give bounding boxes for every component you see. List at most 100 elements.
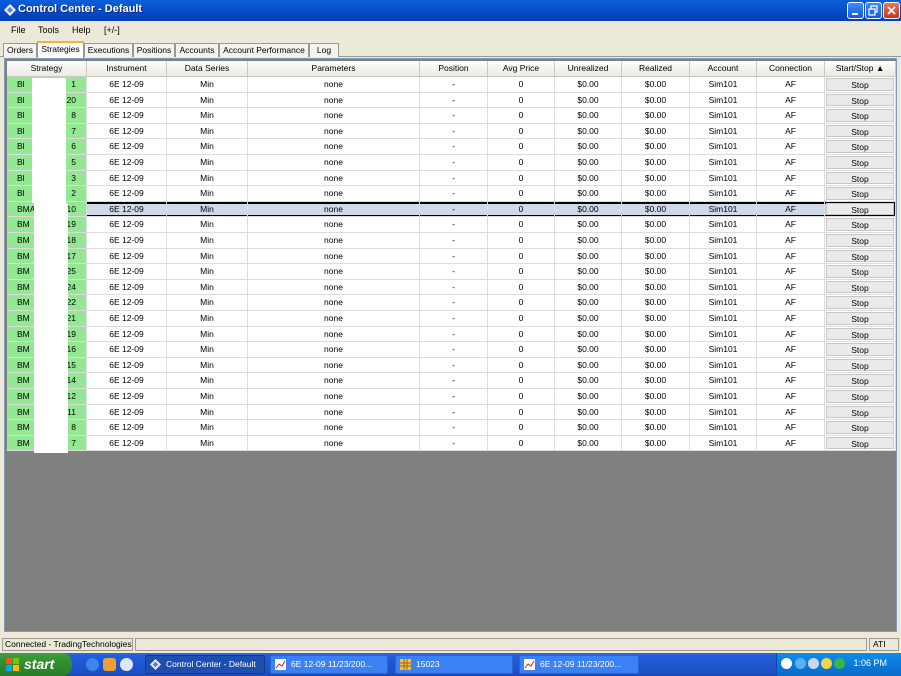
cell-connection: AF [757, 295, 825, 311]
volume-icon[interactable] [808, 658, 819, 669]
table-row[interactable]: Bl 1 6E 12-09 Min none -0 $0.00 $0.00 Sim101 AF St… [7, 77, 896, 93]
table-row[interactable]: BM 17 6E 12-09 Min none -0 $0.00 $0.00 Sim101 AF S… [7, 248, 896, 265]
security-icon[interactable] [821, 658, 832, 669]
column-header-connection[interactable]: Connection [757, 61, 825, 77]
table-row[interactable]: BM 14 6E 12-09 Min none -0 $0.00 $0.00 Sim101 AF S… [7, 373, 896, 389]
taskbar-button-chart-2[interactable]: 6E 12-09 11/23/200... [519, 655, 639, 674]
cell-avg-price: 0 [488, 155, 555, 171]
table-row[interactable]: BM 18 6E 12-09 Min none -0 $0.00 $0.00 Sim101 AF S… [7, 233, 896, 249]
menu-file[interactable]: File [11, 25, 26, 35]
table-row[interactable]: BM 24 6E 12-09 Min none -0 $0.00 $0.00 Sim101 AF S… [7, 279, 896, 296]
stop-button[interactable]: Stop [826, 390, 894, 403]
stop-button[interactable]: Stop [826, 156, 894, 169]
back-arrow-icon[interactable] [781, 658, 792, 669]
stop-button[interactable]: Stop [826, 140, 894, 153]
column-header-realized[interactable]: Realized [622, 61, 690, 77]
column-header-avg-price[interactable]: Avg Price [488, 61, 555, 77]
table-row[interactable]: Bl 2 6E 12-09 Min none -0 $0.00 $0.00 Sim101 AF St… [7, 186, 896, 202]
table-row[interactable]: BM 8 6E 12-09 Min none -0 $0.00 $0.00 Sim101 AF St… [7, 420, 896, 436]
column-header-account[interactable]: Account [690, 61, 757, 77]
cell-parameters: none [248, 357, 420, 374]
network-icon[interactable] [795, 658, 806, 669]
table-row[interactable]: Bl 3 6E 12-09 Min none -0 $0.00 $0.00 Sim101 AF St… [7, 170, 896, 187]
menu-tools[interactable]: Tools [38, 25, 59, 35]
menu-expand-toggle[interactable]: [+/-] [104, 25, 120, 35]
close-button[interactable] [883, 2, 900, 19]
stop-button[interactable]: Stop [826, 436, 894, 450]
stop-button[interactable]: Stop [826, 78, 894, 91]
taskbar-button-control-center[interactable]: Control Center - Default [145, 655, 265, 674]
tab-accounts[interactable]: Accounts [175, 43, 219, 57]
start-button[interactable]: start [0, 653, 72, 676]
stop-button[interactable]: Stop [826, 265, 894, 278]
tab-positions[interactable]: Positions [133, 43, 175, 57]
show-desktop-icon[interactable] [120, 658, 133, 671]
table-row[interactable]: BM 25 6E 12-09 Min none -0 $0.00 $0.00 Sim101 AF S… [7, 264, 896, 280]
tab-account-performance[interactable]: Account Performance [219, 43, 309, 57]
stop-button[interactable]: Stop [826, 280, 894, 294]
column-header-parameters[interactable]: Parameters [248, 61, 420, 77]
title-bar[interactable]: Control Center - Default [0, 0, 901, 21]
menu-help[interactable]: Help [72, 25, 91, 35]
cell-data-series: Min [167, 342, 248, 358]
cell-instrument: 6E 12-09 [87, 92, 167, 109]
tab-strategies[interactable]: Strategies [37, 41, 84, 58]
stop-button[interactable]: Stop [826, 374, 894, 387]
table-row[interactable]: BM 15 6E 12-09 Min none -0 $0.00 $0.00 Sim101 AF S… [7, 357, 896, 374]
column-header-unrealized[interactable]: Unrealized [555, 61, 622, 77]
cell-realized: $0.00 [622, 201, 690, 218]
cell-instrument: 6E 12-09 [87, 155, 167, 171]
table-row[interactable]: Bl 20 6E 12-09 Min none -0 $0.00 $0.00 Sim101 AF S… [7, 92, 896, 109]
cell-connection: AF [757, 170, 825, 187]
table-row[interactable]: BMA 10 6E 12-09 Min none -0 $0.00 $0.00 Sim101 AF… [7, 201, 896, 218]
cell-data-series: Min [167, 108, 248, 124]
column-header-data-series[interactable]: Data Series [167, 61, 248, 77]
stop-button[interactable]: Stop [826, 171, 894, 185]
column-header-strategy[interactable]: Strategy [7, 61, 87, 77]
table-row[interactable]: BM 12 6E 12-09 Min none -0 $0.00 $0.00 Sim101 AF S… [7, 389, 896, 405]
table-row[interactable]: BM 19 6E 12-09 Min none -0 $0.00 $0.00 Sim101 AF S… [7, 217, 896, 233]
media-player-icon[interactable] [103, 658, 116, 671]
table-row[interactable]: Bl 8 6E 12-09 Min none -0 $0.00 $0.00 Sim101 AF St… [7, 108, 896, 124]
table-row[interactable]: Bl 6 6E 12-09 Min none -0 $0.00 $0.00 Sim101 AF St… [7, 139, 896, 155]
table-row[interactable]: BM 16 6E 12-09 Min none -0 $0.00 $0.00 Sim101 AF S… [7, 342, 896, 358]
strategy-name-prefix: Bl [17, 125, 25, 136]
table-row[interactable]: Bl 5 6E 12-09 Min none -0 $0.00 $0.00 Sim101 AF St… [7, 155, 896, 171]
stop-button[interactable]: Stop [826, 312, 894, 325]
column-header-position[interactable]: Position [420, 61, 488, 77]
stop-button[interactable]: Stop [826, 343, 894, 356]
stop-button[interactable]: Stop [826, 358, 894, 372]
internet-explorer-icon[interactable] [86, 658, 99, 671]
column-header-start-stop[interactable]: Start/Stop ▲ [825, 61, 896, 77]
taskbar-button-chart-1[interactable]: 6E 12-09 11/23/200... [270, 655, 388, 674]
update-icon[interactable] [834, 658, 845, 669]
tab-executions[interactable]: Executions [84, 43, 133, 57]
stop-button[interactable]: Stop [826, 218, 894, 231]
tab-orders[interactable]: Orders [3, 43, 37, 57]
stop-button[interactable]: Stop [826, 421, 894, 434]
minimize-button[interactable] [847, 2, 864, 19]
stop-button[interactable]: Stop [826, 109, 894, 122]
table-row[interactable]: BM 7 6E 12-09 Min none -0 $0.00 $0.00 Sim101 AF St… [7, 435, 896, 452]
column-header-instrument[interactable]: Instrument [87, 61, 167, 77]
stop-button[interactable]: Stop [826, 202, 894, 216]
strategy-name-prefix: BM [17, 266, 30, 277]
table-row[interactable]: Bl 7 6E 12-09 Min none -0 $0.00 $0.00 Sim101 AF St… [7, 123, 896, 140]
tab-log[interactable]: Log [309, 43, 339, 57]
taskbar-button-15023[interactable]: 15023 [395, 655, 513, 674]
stop-button[interactable]: Stop [826, 327, 894, 341]
stop-button[interactable]: Stop [826, 249, 894, 263]
restore-button[interactable] [865, 2, 882, 19]
stop-button[interactable]: Stop [826, 187, 894, 200]
table-row[interactable]: BM 11 6E 12-09 Min none -0 $0.00 $0.00 Sim101 AF S… [7, 404, 896, 421]
table-row[interactable]: BM 22 6E 12-09 Min none -0 $0.00 $0.00 Sim101 AF S… [7, 295, 896, 311]
stop-button[interactable]: Stop [826, 296, 894, 309]
strategy-name-prefix: Bl [17, 188, 25, 199]
table-row[interactable]: BM 19 6E 12-09 Min none -0 $0.00 $0.00 Sim101 AF S… [7, 326, 896, 343]
stop-button[interactable]: Stop [826, 124, 894, 138]
table-row[interactable]: BM 21 6E 12-09 Min none -0 $0.00 $0.00 Sim101 AF S… [7, 311, 896, 327]
stop-button[interactable]: Stop [826, 93, 894, 107]
cell-realized: $0.00 [622, 217, 690, 233]
stop-button[interactable]: Stop [826, 405, 894, 419]
stop-button[interactable]: Stop [826, 234, 894, 247]
